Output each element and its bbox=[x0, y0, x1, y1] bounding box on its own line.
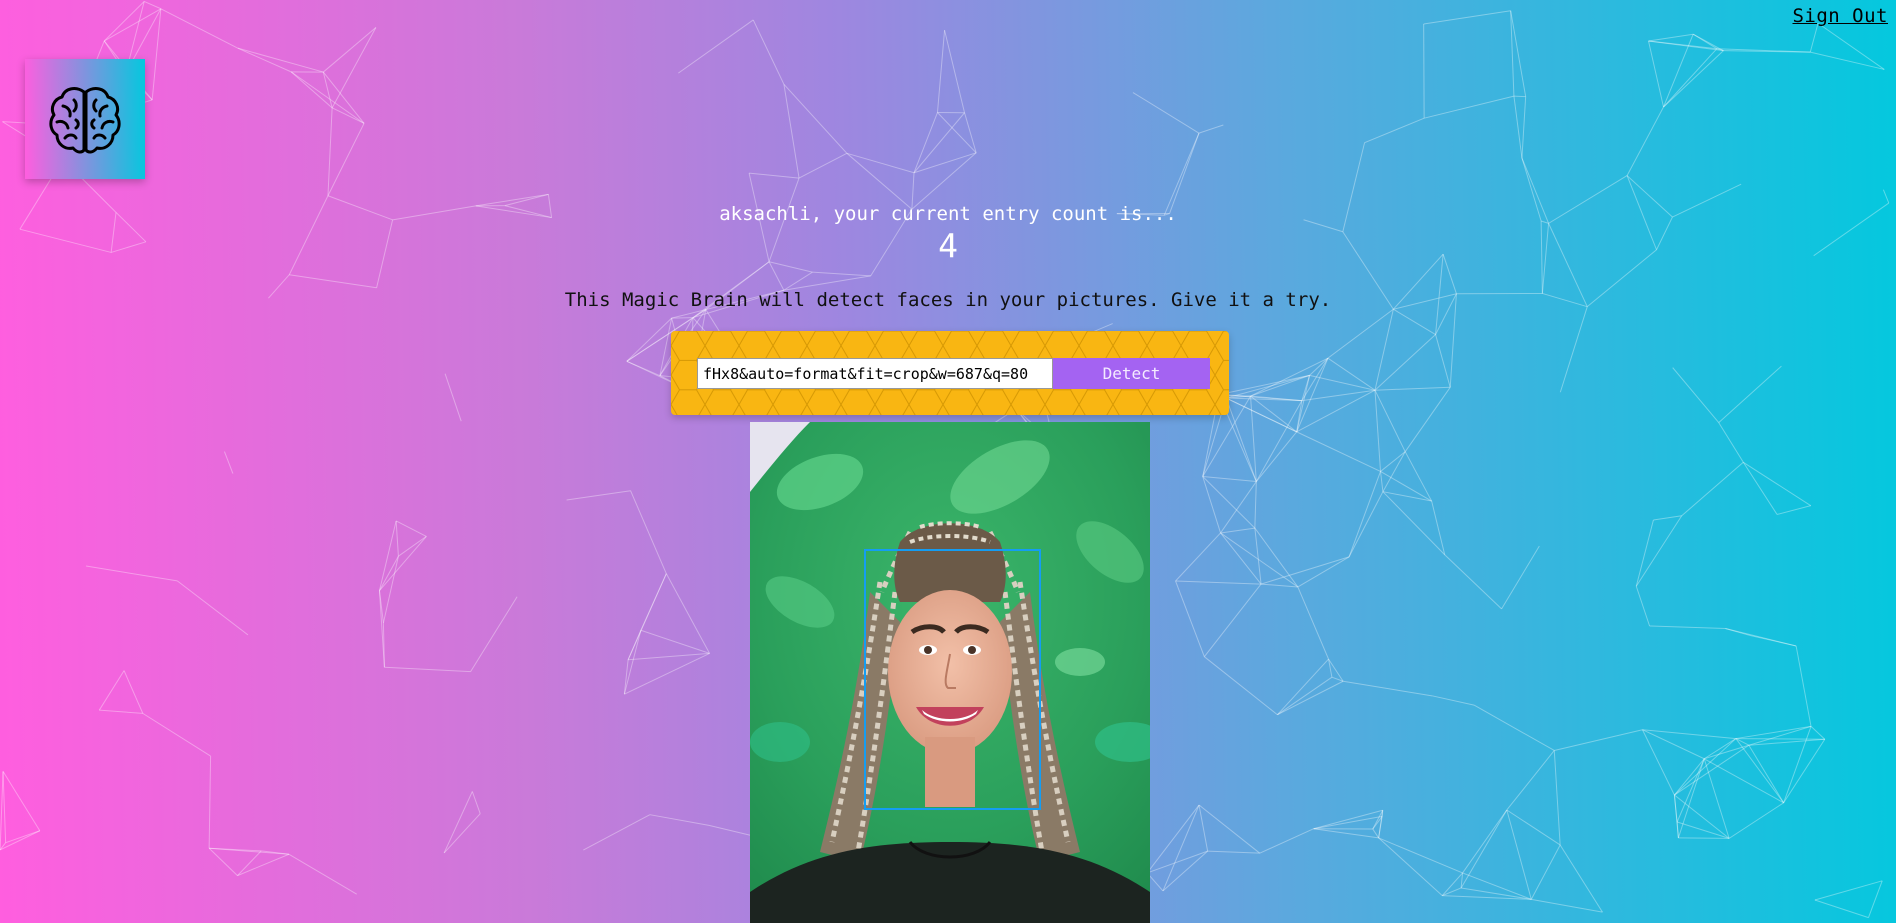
image-url-input[interactable] bbox=[697, 358, 1053, 389]
entry-count-message: aksachli, your current entry count is... bbox=[719, 203, 1177, 225]
intro-text: This Magic Brain will detect faces in yo… bbox=[564, 289, 1332, 311]
sign-out-link[interactable]: Sign Out bbox=[1792, 5, 1888, 27]
image-url-form: Detect bbox=[671, 331, 1229, 415]
detect-button[interactable]: Detect bbox=[1053, 358, 1210, 389]
logo bbox=[25, 59, 145, 179]
entry-count-value: 4 bbox=[938, 226, 958, 265]
brain-icon bbox=[49, 87, 121, 154]
detected-image bbox=[750, 422, 1150, 923]
face-bounding-box bbox=[864, 549, 1041, 810]
